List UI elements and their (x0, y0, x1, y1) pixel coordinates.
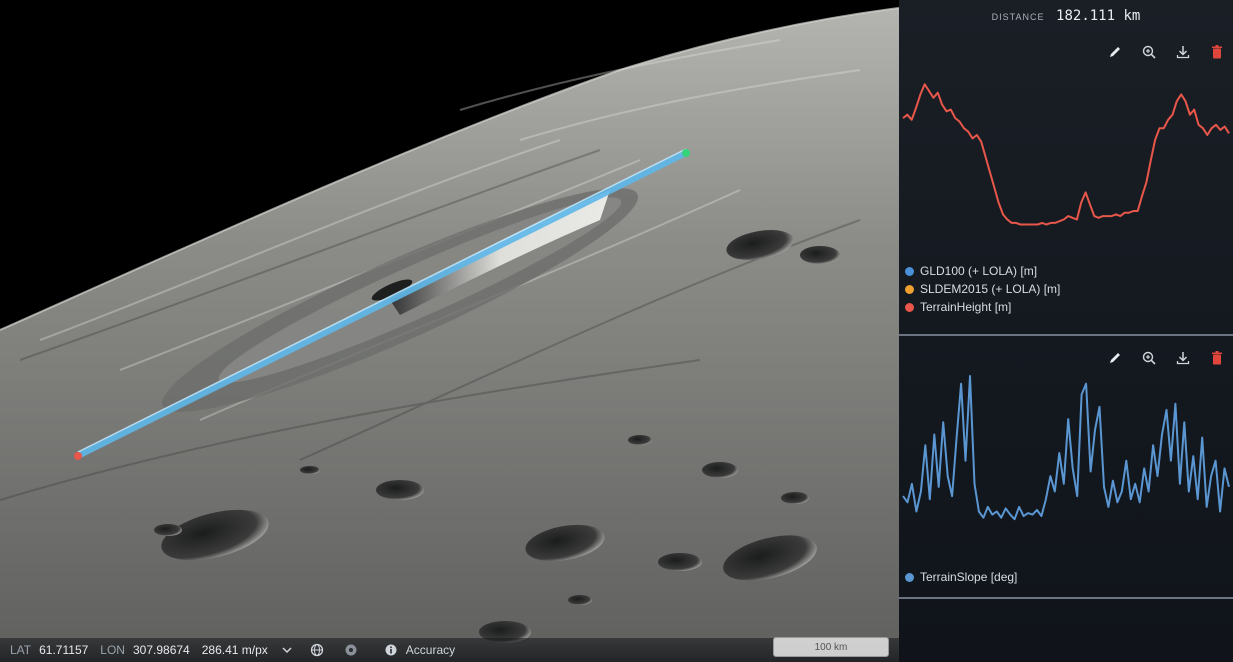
panel-divider (899, 334, 1233, 336)
lon-value: 307.98674 (132, 643, 190, 657)
slope-profile-toolbar (1107, 350, 1225, 366)
terrain-slope-chart[interactable] (899, 370, 1233, 540)
lunar-terrain-view[interactable] (0, 0, 899, 662)
start-point-marker[interactable] (74, 452, 82, 460)
chevron-down-icon[interactable] (280, 643, 294, 657)
delete-icon[interactable] (1209, 350, 1225, 366)
terrain-slope-line (902, 375, 1230, 521)
delete-icon[interactable] (1209, 44, 1225, 60)
legend-item-sldem2015[interactable]: SLDEM2015 (+ LOLA) [m] (905, 280, 1060, 298)
pencil-icon[interactable] (1107, 44, 1123, 60)
info-icon[interactable] (384, 643, 398, 657)
status-bar: LAT 61.71157 LON 307.98674 286.41 m/px A… (0, 638, 899, 662)
settings-icon[interactable] (344, 643, 358, 657)
distance-readout: DISTANCE 182.111 km (899, 8, 1233, 24)
zoom-in-icon[interactable] (1141, 350, 1157, 366)
legend-label-sldem2015: SLDEM2015 (+ LOLA) [m] (920, 282, 1061, 296)
height-profile-legend: GLD100 (+ LOLA) [m] SLDEM2015 (+ LOLA) [… (905, 262, 1060, 316)
map-viewport[interactable]: LAT 61.71157 LON 307.98674 286.41 m/px A… (0, 0, 899, 662)
panel-divider (899, 597, 1233, 599)
terrain-height-series (902, 83, 1230, 226)
elevation-profile-panel: DISTANCE 182.111 km GLD100 (+ LOLA) [m] … (899, 0, 1233, 662)
zoom-in-icon[interactable] (1141, 44, 1157, 60)
legend-label-terrain-slope: TerrainSlope [deg] (920, 570, 1018, 584)
terrain-height-line (902, 83, 1230, 226)
globe-icon[interactable] (310, 643, 324, 657)
download-icon[interactable] (1175, 350, 1191, 366)
pencil-icon[interactable] (1107, 350, 1123, 366)
scale-bar: 100 km (773, 637, 889, 657)
legend-item-gld100[interactable]: GLD100 (+ LOLA) [m] (905, 262, 1060, 280)
resolution-value: 286.41 m/px (201, 643, 268, 657)
legend-label-terrain-height: TerrainHeight [m] (920, 300, 1012, 314)
download-icon[interactable] (1175, 44, 1191, 60)
legend-item-terrain-height[interactable]: TerrainHeight [m] (905, 298, 1060, 316)
end-point-marker[interactable] (682, 149, 690, 157)
lon-label: LON (100, 643, 125, 657)
terrain-slope-series (902, 375, 1230, 521)
slope-profile-legend: TerrainSlope [deg] (905, 568, 1017, 586)
legend-dot-terrain-height (905, 302, 914, 312)
terrain-height-chart[interactable] (899, 60, 1233, 245)
distance-label: DISTANCE (991, 12, 1045, 22)
legend-item-terrain-slope[interactable]: TerrainSlope [deg] (905, 568, 1017, 586)
lat-value: 61.71157 (39, 643, 89, 657)
legend-label-gld100: GLD100 (+ LOLA) [m] (920, 264, 1038, 278)
lat-label: LAT (10, 643, 32, 657)
accuracy-label[interactable]: Accuracy (406, 643, 455, 657)
height-profile-toolbar (1107, 44, 1225, 60)
legend-dot-terrain-slope (905, 572, 914, 582)
legend-dot-sldem2015 (905, 284, 914, 294)
distance-value: 182.111 km (1056, 8, 1141, 24)
scale-bar-label: 100 km (814, 641, 848, 653)
legend-dot-gld100 (905, 266, 914, 276)
